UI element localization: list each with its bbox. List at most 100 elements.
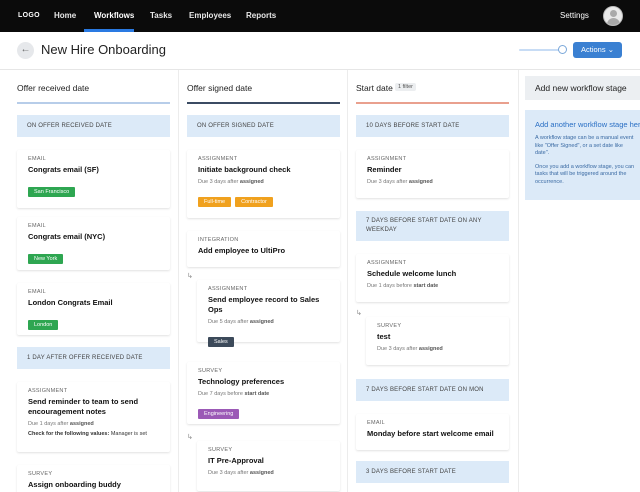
task-card[interactable]: SURVEY Assign onboarding buddy xyxy=(17,465,170,492)
nav-employees[interactable]: Employees xyxy=(189,11,231,20)
top-navigation: LOGO Home Workflows Tasks Employees Repo… xyxy=(0,0,640,32)
user-avatar[interactable] xyxy=(603,6,623,26)
info-line: Once you add a workflow stage, you can xyxy=(535,163,635,170)
due-text: Due 7 days before xyxy=(198,391,243,397)
actions-button[interactable]: Actions ⌄ xyxy=(573,42,622,58)
column-divider xyxy=(178,70,179,492)
card-name: Send reminder to team to send encouragem… xyxy=(28,397,139,416)
card-due: Due 3 days after assigned xyxy=(367,179,498,185)
stage-header[interactable]: ON OFFER SIGNED DATE xyxy=(187,115,340,137)
stage-header[interactable]: 1 DAY AFTER OFFER RECEIVED DATE xyxy=(17,347,170,369)
task-card[interactable]: ASSIGNMENT Reminder Due 3 days after ass… xyxy=(356,150,509,198)
task-card[interactable]: ASSIGNMENT Send employee record to Sales… xyxy=(197,280,340,347)
page-title: New Hire Onboarding xyxy=(41,42,167,57)
condition-value: Manager is set xyxy=(110,431,147,437)
info-line: A workflow stage can be a manual event xyxy=(535,135,634,141)
task-card[interactable]: EMAIL Monday before start welcome email xyxy=(356,414,509,450)
due-anchor: assigned xyxy=(249,319,274,325)
card-condition: Check for the following values: Manager … xyxy=(28,431,159,437)
due-anchor: assigned xyxy=(239,179,264,185)
card-name: Monday before start welcome email xyxy=(367,429,494,438)
nav-home[interactable]: Home xyxy=(54,11,76,20)
task-card[interactable]: EMAIL Congrats email (NYC) New York xyxy=(17,217,170,270)
nav-settings[interactable]: Settings xyxy=(560,11,589,20)
card-due: Due 3 days after assigned xyxy=(377,346,498,352)
column-title-offer-received[interactable]: Offer received date xyxy=(17,83,89,93)
card-type: ASSIGNMENT xyxy=(28,388,68,394)
stage-header[interactable]: 7 DAYS BEFORE START DATE ON ANY WEEKDAY xyxy=(356,211,509,241)
card-type: SURVEY xyxy=(377,323,402,329)
stage-header[interactable]: 3 DAYS BEFORE START DATE xyxy=(356,461,509,483)
condition-label: Check for the following values: xyxy=(28,431,110,437)
due-anchor: assigned xyxy=(69,421,94,427)
nav-workflows[interactable]: Workflows xyxy=(94,11,134,20)
column-title-start-date[interactable]: Start date xyxy=(356,83,393,93)
card-due: Due 3 days after assigned xyxy=(208,470,329,476)
zoom-slider-knob[interactable] xyxy=(558,45,567,54)
task-card[interactable]: EMAIL Congrats email (SF) San Francisco xyxy=(17,150,170,208)
chevron-down-icon: ⌄ xyxy=(607,45,614,54)
info-line: occurrence. xyxy=(535,178,564,185)
tag-san-francisco: San Francisco xyxy=(28,187,76,197)
logo[interactable]: LOGO xyxy=(18,12,40,19)
task-card[interactable]: INTEGRATION Add employee to UltiPro xyxy=(187,231,340,267)
info-line: date". xyxy=(535,150,550,156)
card-type: ASSIGNMENT xyxy=(208,286,248,292)
stage-header[interactable]: 7 DAYS BEFORE START DATE ON MON xyxy=(356,379,509,401)
arrow-left-icon: ← xyxy=(20,44,31,55)
back-button[interactable]: ← xyxy=(17,42,34,59)
nav-active-indicator xyxy=(84,29,134,32)
column-divider xyxy=(347,70,348,492)
tag-new-york: New York xyxy=(28,254,64,264)
card-name: Technology preferences xyxy=(198,377,285,386)
task-card[interactable]: ASSIGNMENT Send reminder to team to send… xyxy=(17,382,170,452)
task-card[interactable]: SURVEY IT Pre-Approval Due 3 days after … xyxy=(197,441,340,491)
card-due: Due 5 days after assigned xyxy=(208,319,329,325)
card-due: Due 1 days before start date xyxy=(367,283,498,289)
task-card[interactable]: ASSIGNMENT Schedule welcome lunch Due 1 … xyxy=(356,254,509,302)
filter-badge[interactable]: 1 filter xyxy=(395,83,416,91)
card-name: Assign onboarding buddy xyxy=(28,480,121,489)
card-name: Congrats email (SF) xyxy=(28,165,99,174)
task-card[interactable]: SURVEY Technology preferences Due 7 days… xyxy=(187,362,340,424)
due-text: Due 3 days after xyxy=(377,346,418,352)
dependency-arrow-icon: ↳ xyxy=(356,310,362,317)
column-title-offer-signed[interactable]: Offer signed date xyxy=(187,83,252,93)
tag-full-time: Full-time xyxy=(198,197,232,207)
due-text: Due 1 days after xyxy=(28,421,69,427)
card-name: test xyxy=(377,332,391,341)
column-title-underline xyxy=(17,102,170,104)
due-text: Due 3 days after xyxy=(367,179,408,185)
task-card[interactable]: SURVEY test Due 3 days after assigned xyxy=(366,317,509,365)
due-anchor: start date xyxy=(413,283,439,289)
stage-header[interactable]: ON OFFER RECEIVED DATE xyxy=(17,115,170,137)
due-anchor: assigned xyxy=(249,470,274,476)
card-name: IT Pre-Approval xyxy=(208,456,264,465)
task-card[interactable]: EMAIL London Congrats Email London xyxy=(17,283,170,335)
nav-tasks[interactable]: Tasks xyxy=(150,11,172,20)
header-divider xyxy=(0,69,640,70)
info-line: tasks that will be triggered around the xyxy=(535,171,627,177)
nav-reports[interactable]: Reports xyxy=(246,11,276,20)
card-type: EMAIL xyxy=(367,420,386,426)
card-due: Due 3 days after assigned xyxy=(198,179,329,185)
due-text: Due 3 days after xyxy=(198,179,239,185)
card-due: Due 1 days after assigned xyxy=(28,421,159,427)
card-type: SURVEY xyxy=(198,368,223,374)
card-name: Send employee record to Sales Ops xyxy=(208,295,320,314)
column-divider xyxy=(518,70,519,492)
due-anchor: assigned xyxy=(418,346,443,352)
card-type: ASSIGNMENT xyxy=(367,156,407,162)
add-workflow-stage-button[interactable]: Add new workflow stage xyxy=(525,76,640,100)
card-type: SURVEY xyxy=(28,471,53,477)
card-type: ASSIGNMENT xyxy=(367,260,407,266)
card-type: EMAIL xyxy=(28,156,47,162)
stage-header[interactable]: 10 DAYS BEFORE START DATE xyxy=(356,115,509,137)
card-type: INTEGRATION xyxy=(198,237,239,243)
actions-label: Actions xyxy=(581,45,606,54)
task-card[interactable]: ASSIGNMENT Initiate background check Due… xyxy=(187,150,340,218)
card-name: Schedule welcome lunch xyxy=(367,269,457,278)
info-text: A workflow stage can be a manual event l… xyxy=(535,135,635,186)
card-type: ASSIGNMENT xyxy=(198,156,238,162)
card-name: Add employee to UltiPro xyxy=(198,246,286,255)
